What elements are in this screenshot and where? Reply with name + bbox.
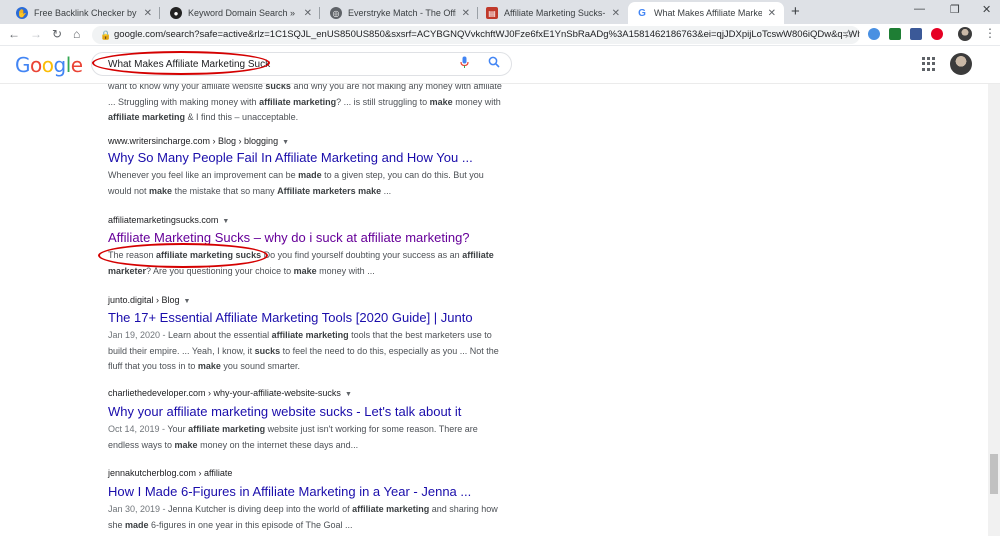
cloud-extension-icon[interactable] [868, 28, 880, 40]
result-snippet: Whenever you feel like an improvement ca… [108, 170, 484, 196]
minimize-icon[interactable]: — [914, 3, 925, 15]
site-icon: ▤ [486, 7, 498, 19]
hand-icon: ✋ [16, 7, 28, 19]
search-results: want to know why your affiliate website … [0, 84, 990, 536]
result-snippet: Jan 30, 2019 - Jenna Kutcher is diving d… [108, 504, 498, 530]
search-input[interactable] [108, 57, 438, 72]
shield-extension-icon[interactable] [889, 28, 901, 40]
close-icon[interactable]: ✕ [768, 8, 776, 19]
reload-icon[interactable]: ↻ [52, 27, 62, 41]
search-icon[interactable] [488, 56, 500, 71]
browser-tab-1[interactable]: ● Keyword Domain Search » Expired ✕ [162, 2, 320, 24]
browser-tab-0[interactable]: ✋ Free Backlink Checker by Ahrefs ✕ [8, 2, 160, 24]
home-icon[interactable]: ⌂ [73, 27, 80, 41]
chevron-down-icon[interactable]: ▼ [184, 298, 191, 305]
tab-title: Everstryke Match - The Official Pa [348, 8, 456, 18]
browser-tab-3[interactable]: ▤ Affiliate Marketing Sucks- Why D ✕ [478, 2, 628, 24]
lock-icon: 🔒 [100, 30, 112, 40]
url-text: google.com/search?safe=active&rlz=1C1SQJ… [114, 29, 860, 40]
pinterest-extension-icon[interactable] [931, 28, 943, 40]
account-avatar[interactable] [950, 53, 972, 75]
close-icon[interactable]: ✕ [304, 8, 312, 19]
google-icon: G [636, 7, 648, 19]
scrollbar-thumb[interactable] [990, 454, 998, 494]
result-cite[interactable]: charliethedeveloper.com › why-your-affil… [108, 388, 352, 398]
forward-icon[interactable]: → [30, 27, 42, 41]
google-header: Google [0, 46, 1000, 84]
tab-title: Free Backlink Checker by Ahrefs [34, 8, 138, 18]
browser-tab-2[interactable]: ◎ Everstryke Match - The Official Pa ✕ [322, 2, 478, 24]
menu-dots-icon[interactable]: ⋮ [984, 26, 996, 40]
browser-tab-active[interactable]: G What Makes Affiliate Marketing S ✕ [628, 2, 784, 24]
globe-icon: ◎ [330, 7, 342, 19]
result-snippet: The reason affiliate marketing sucks Do … [108, 250, 494, 276]
apps-grid-icon[interactable] [922, 57, 936, 71]
microphone-icon[interactable] [460, 56, 469, 72]
maximize-icon[interactable]: ❐ [950, 3, 960, 16]
facebook-extension-icon[interactable] [910, 28, 922, 40]
result-cite[interactable]: affiliatemarketingsucks.com ▼ [108, 215, 229, 225]
result-title-link[interactable]: Why So Many People Fail In Affiliate Mar… [108, 150, 473, 165]
browser-toolbar: ← → ↻ ⌂ 🔒 google.com/search?safe=active&… [0, 24, 1000, 46]
search-box[interactable] [91, 52, 512, 76]
chevron-down-icon[interactable]: ▼ [345, 391, 352, 398]
window-close-icon[interactable]: ✕ [982, 3, 991, 16]
google-logo[interactable]: Google [15, 53, 83, 77]
browser-tab-strip: ✋ Free Backlink Checker by Ahrefs ✕ ● Ke… [0, 0, 1000, 24]
result-title-link[interactable]: The 17+ Essential Affiliate Marketing To… [108, 310, 473, 325]
result-snippet: Jan 19, 2020 - Learn about the essential… [108, 330, 499, 371]
back-icon[interactable]: ← [8, 27, 20, 41]
close-icon[interactable]: ✕ [612, 8, 620, 19]
result-cite[interactable]: www.writersincharge.com › Blog › bloggin… [108, 136, 289, 146]
chevron-down-icon[interactable]: ▼ [282, 139, 289, 146]
page-scrollbar[interactable] [988, 84, 1000, 536]
result-cite[interactable]: junto.digital › Blog ▼ [108, 295, 190, 305]
tab-title: Keyword Domain Search » Expired [188, 8, 298, 18]
address-bar[interactable]: 🔒 google.com/search?safe=active&rlz=1C1S… [92, 26, 860, 44]
tab-title: What Makes Affiliate Marketing S [654, 8, 762, 18]
close-icon[interactable]: ✕ [462, 8, 470, 19]
tab-title: Affiliate Marketing Sucks- Why D [504, 8, 606, 18]
close-icon[interactable]: ✕ [144, 8, 152, 19]
chevron-down-icon[interactable]: ▼ [222, 218, 229, 225]
site-icon: ● [170, 7, 182, 19]
bookmark-star-icon[interactable]: ☆ [843, 27, 854, 41]
result-cite[interactable]: jennakutcherblog.com › affiliate [108, 468, 232, 478]
result-title-link[interactable]: How I Made 6-Figures in Affiliate Market… [108, 484, 471, 499]
new-tab-icon[interactable]: + [791, 3, 800, 20]
result-title-link[interactable]: Why your affiliate marketing website suc… [108, 404, 461, 419]
result-snippet: Oct 14, 2019 - Your affiliate marketing … [108, 424, 478, 450]
result-title-link[interactable]: Affiliate Marketing Sucks – why do i suc… [108, 230, 470, 245]
profile-avatar-icon[interactable] [958, 27, 972, 41]
result-snippet: want to know why your affiliate website … [108, 84, 502, 122]
